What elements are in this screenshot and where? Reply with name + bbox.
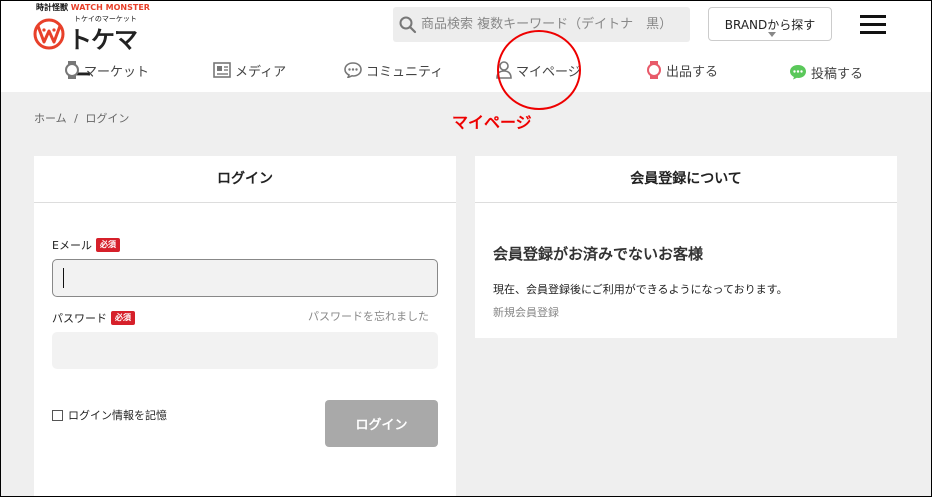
- login-title: ログイン: [34, 156, 456, 203]
- new-registration-link[interactable]: 新規会員登録: [493, 304, 559, 320]
- password-label: パスワード 必須: [52, 310, 135, 326]
- nav-post-label: 投稿する: [811, 66, 864, 82]
- breadcrumb-current: ログイン: [85, 112, 130, 125]
- brand-button-label: BRANDから探す: [724, 18, 816, 32]
- registration-description: 現在、会員登録後にご利用ができるようになっております。: [493, 283, 788, 296]
- user-icon: [496, 61, 512, 79]
- annotation-label: マイページ: [452, 113, 532, 132]
- caret-down-icon: [768, 32, 776, 37]
- email-label-text: Eメール: [52, 239, 92, 252]
- search-bar[interactable]: [393, 7, 690, 42]
- remember-checkbox[interactable]: [52, 409, 63, 421]
- nav-mypage[interactable]: マイページ: [496, 58, 581, 82]
- breadcrumb-home[interactable]: ホーム: [34, 112, 67, 125]
- breadcrumb-separator: /: [74, 112, 78, 125]
- login-button[interactable]: ログイン: [325, 400, 438, 447]
- registration-title: 会員登録について: [475, 156, 897, 203]
- breadcrumb: ホーム / ログイン: [34, 110, 129, 126]
- password-field[interactable]: [52, 332, 438, 369]
- nav-sell[interactable]: 出品する: [646, 58, 718, 82]
- monster-logo-icon: [33, 18, 65, 50]
- watch-icon: [65, 61, 79, 79]
- search-input[interactable]: [421, 7, 683, 42]
- login-panel: ログイン Eメール 必須 パスワード 必須 パスワードを忘れました ログイン情報…: [34, 156, 456, 497]
- site-header: 時計怪獣 WATCH MONSTER トケイのマーケット トケマー BRANDか…: [0, 0, 932, 92]
- chat-icon: [344, 62, 362, 78]
- newspaper-icon: [213, 62, 231, 78]
- required-badge: 必須: [111, 311, 135, 325]
- registration-heading: 会員登録がお済みでないお客様: [493, 245, 704, 263]
- search-icon: [399, 16, 417, 34]
- logo-tagline: 時計怪獣 WATCH MONSTER: [36, 3, 150, 12]
- remember-label: ログイン情報を記憶: [68, 409, 167, 422]
- brand-search-button[interactable]: BRANDから探す: [708, 7, 832, 41]
- remember-me[interactable]: ログイン情報を記憶: [52, 407, 167, 423]
- nav-market[interactable]: マーケット: [64, 58, 149, 82]
- hamburger-icon[interactable]: [858, 13, 888, 37]
- registration-panel: 会員登録について 会員登録がお済みでないお客様 現在、会員登録後にご利用ができる…: [475, 156, 897, 338]
- watch-icon: [647, 61, 661, 79]
- nav-mypage-label: マイページ: [516, 64, 581, 80]
- forgot-password-link[interactable]: パスワードを忘れました: [308, 308, 438, 324]
- email-label: Eメール 必須: [52, 237, 120, 253]
- required-badge: 必須: [95, 238, 120, 252]
- site-logo[interactable]: 時計怪獣 WATCH MONSTER トケイのマーケット トケマー: [32, 2, 150, 89]
- nav-community-label: コミュニティ: [366, 64, 444, 80]
- nav-market-label: マーケット: [84, 64, 150, 80]
- text-cursor: [63, 268, 64, 288]
- nav-media-label: メディア: [235, 64, 287, 80]
- password-label-text: パスワード: [52, 312, 107, 325]
- chat-icon: [790, 65, 806, 80]
- nav-post[interactable]: 投稿する: [789, 60, 863, 84]
- nav-sell-label: 出品する: [666, 64, 719, 80]
- nav-media[interactable]: メディア: [213, 58, 286, 82]
- email-field[interactable]: [52, 259, 438, 297]
- nav-community[interactable]: コミュニティ: [344, 58, 443, 82]
